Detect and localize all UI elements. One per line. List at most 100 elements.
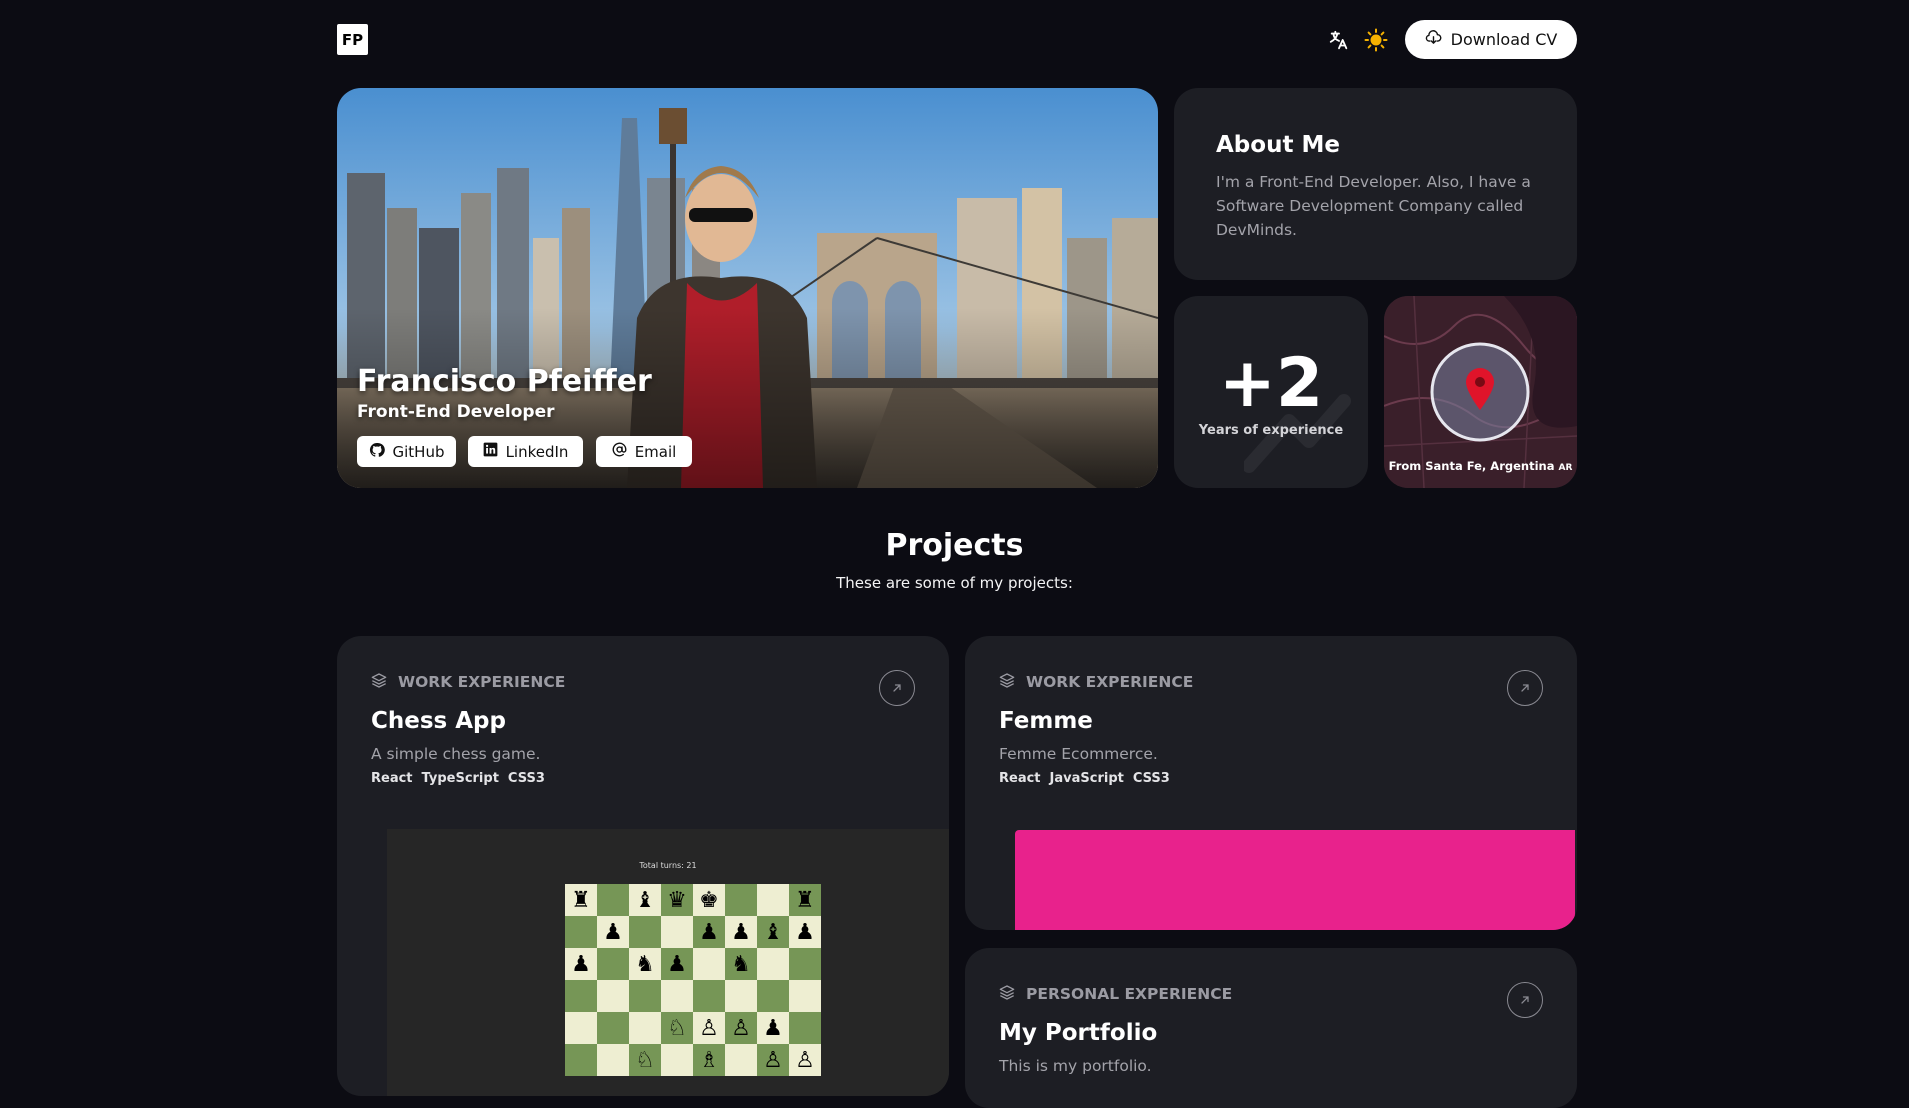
- chess-square: [693, 980, 725, 1012]
- project-card-femme[interactable]: WORK EXPERIENCE Femme Femme Ecommerce. R…: [965, 636, 1577, 930]
- projects-title: Projects: [885, 528, 1024, 563]
- about-title: About Me: [1216, 132, 1340, 158]
- preview-caption: Total turns: 21: [639, 861, 697, 870]
- chess-square: [661, 916, 693, 948]
- logo[interactable]: FP: [337, 24, 368, 55]
- chess-square: [597, 948, 629, 980]
- chess-square: [565, 1012, 597, 1044]
- chess-square: ♟: [565, 948, 597, 980]
- chess-square: ♜: [789, 884, 821, 916]
- project-tags: React JavaScript CSS3: [999, 771, 1170, 786]
- sun-icon[interactable]: [1362, 26, 1390, 54]
- project-title: Femme: [999, 708, 1093, 734]
- cloud-download-icon: [1425, 29, 1442, 50]
- linkedin-label: LinkedIn: [505, 442, 569, 461]
- chess-square: [565, 916, 597, 948]
- tag: CSS3: [507, 771, 545, 786]
- github-button[interactable]: GitHub: [357, 436, 456, 467]
- chess-square: ♛: [661, 884, 693, 916]
- chess-square: [565, 980, 597, 1012]
- linkedin-button[interactable]: LinkedIn: [468, 436, 583, 467]
- chess-square: ♟: [661, 948, 693, 980]
- at-icon: [612, 442, 627, 461]
- chess-square: [597, 980, 629, 1012]
- layers-icon: [999, 984, 1015, 1004]
- chess-square: ♜: [565, 884, 597, 916]
- download-cv-label: Download CV: [1450, 30, 1558, 49]
- chess-square: ♞: [725, 948, 757, 980]
- project-preview: [1015, 830, 1575, 930]
- chess-square: ♝: [757, 916, 789, 948]
- project-title: My Portfolio: [999, 1020, 1158, 1046]
- open-project-button[interactable]: [1507, 670, 1543, 706]
- hero-name: Francisco Pfeiffer: [357, 364, 652, 399]
- chess-square: [757, 980, 789, 1012]
- tag: React: [999, 771, 1041, 786]
- hero-role: Front-End Developer: [357, 402, 555, 422]
- chess-square: ♘: [629, 1044, 661, 1076]
- argentina-flag-icon: AR: [1558, 463, 1573, 473]
- chess-square: ♝: [629, 884, 661, 916]
- chess-square: [693, 948, 725, 980]
- download-cv-button[interactable]: Download CV: [1405, 20, 1577, 59]
- chess-square: ♙: [789, 1044, 821, 1076]
- arrow-up-right-icon: [1519, 679, 1531, 698]
- chess-square: [789, 980, 821, 1012]
- tag: CSS3: [1132, 771, 1170, 786]
- chess-square: [789, 948, 821, 980]
- hero-card: Francisco Pfeiffer Front-End Developer G…: [337, 88, 1158, 488]
- project-card-portfolio[interactable]: PERSONAL EXPERIENCE My Portfolio This is…: [965, 948, 1577, 1108]
- email-button[interactable]: Email: [596, 436, 692, 467]
- chess-square: [725, 1044, 757, 1076]
- tag: JavaScript: [1049, 771, 1124, 786]
- chessboard: ♜ ♝ ♛ ♚ ♜ ♟ ♟ ♟ ♝ ♟ ♟ ♞ ♟ ♞ ♘ ♙ ♙ ♟ ♘ ♗ ♙ ♙: [565, 884, 821, 1076]
- chess-square: [757, 948, 789, 980]
- chess-square: ♟: [757, 1012, 789, 1044]
- layers-icon: [371, 672, 387, 692]
- chess-square: [629, 916, 661, 948]
- arrow-up-right-icon: [1519, 991, 1531, 1010]
- chess-square: [629, 980, 661, 1012]
- chess-square: [565, 1044, 597, 1076]
- open-project-button[interactable]: [879, 670, 915, 706]
- chess-square: [789, 1012, 821, 1044]
- tag: React: [371, 771, 413, 786]
- experience-card: +2 Years of experience: [1174, 296, 1368, 488]
- location-card: From Santa Fe, Argentina AR: [1384, 296, 1577, 488]
- chess-square: ♞: [629, 948, 661, 980]
- hero-photo: [337, 88, 1158, 488]
- chess-square: ♗: [693, 1044, 725, 1076]
- github-label: GitHub: [392, 442, 445, 461]
- chess-square: ♚: [693, 884, 725, 916]
- chess-square: ♙: [725, 1012, 757, 1044]
- project-badge: PERSONAL EXPERIENCE: [999, 984, 1232, 1004]
- project-card-chess[interactable]: WORK EXPERIENCE Chess App A simple chess…: [337, 636, 949, 1096]
- chess-square: ♟: [725, 916, 757, 948]
- project-badge: WORK EXPERIENCE: [999, 672, 1193, 692]
- chess-square: [597, 884, 629, 916]
- chess-square: [725, 884, 757, 916]
- project-description: Femme Ecommerce.: [999, 745, 1158, 763]
- chess-square: ♘: [661, 1012, 693, 1044]
- open-project-button[interactable]: [1507, 982, 1543, 1018]
- experience-value: +2: [1218, 344, 1324, 423]
- arrow-up-right-icon: [891, 679, 903, 698]
- chess-square: ♟: [597, 916, 629, 948]
- translate-icon[interactable]: [1325, 26, 1353, 54]
- project-description: This is my portfolio.: [999, 1057, 1152, 1075]
- chess-square: [661, 980, 693, 1012]
- chess-square: [597, 1012, 629, 1044]
- github-icon: [369, 442, 385, 462]
- about-text: I'm a Front-End Developer. Also, I have …: [1216, 173, 1531, 239]
- project-title: Chess App: [371, 708, 506, 734]
- project-badge: WORK EXPERIENCE: [371, 672, 565, 692]
- email-label: Email: [634, 442, 677, 461]
- location-label: From Santa Fe, Argentina AR: [1388, 459, 1573, 473]
- project-preview: Total turns: 21 ♜ ♝ ♛ ♚ ♜ ♟ ♟ ♟ ♝ ♟ ♟ ♞ ♟ ♞ ♘ ♙ ♙ ♟ ♘ ♗ ♙ ♙: [387, 829, 949, 1096]
- project-tags: React TypeScript CSS3: [371, 771, 545, 786]
- linkedin-icon: [483, 442, 498, 461]
- chess-square: [597, 1044, 629, 1076]
- chess-square: [629, 1012, 661, 1044]
- projects-subtitle: These are some of my projects:: [836, 574, 1073, 592]
- chess-square: ♙: [757, 1044, 789, 1076]
